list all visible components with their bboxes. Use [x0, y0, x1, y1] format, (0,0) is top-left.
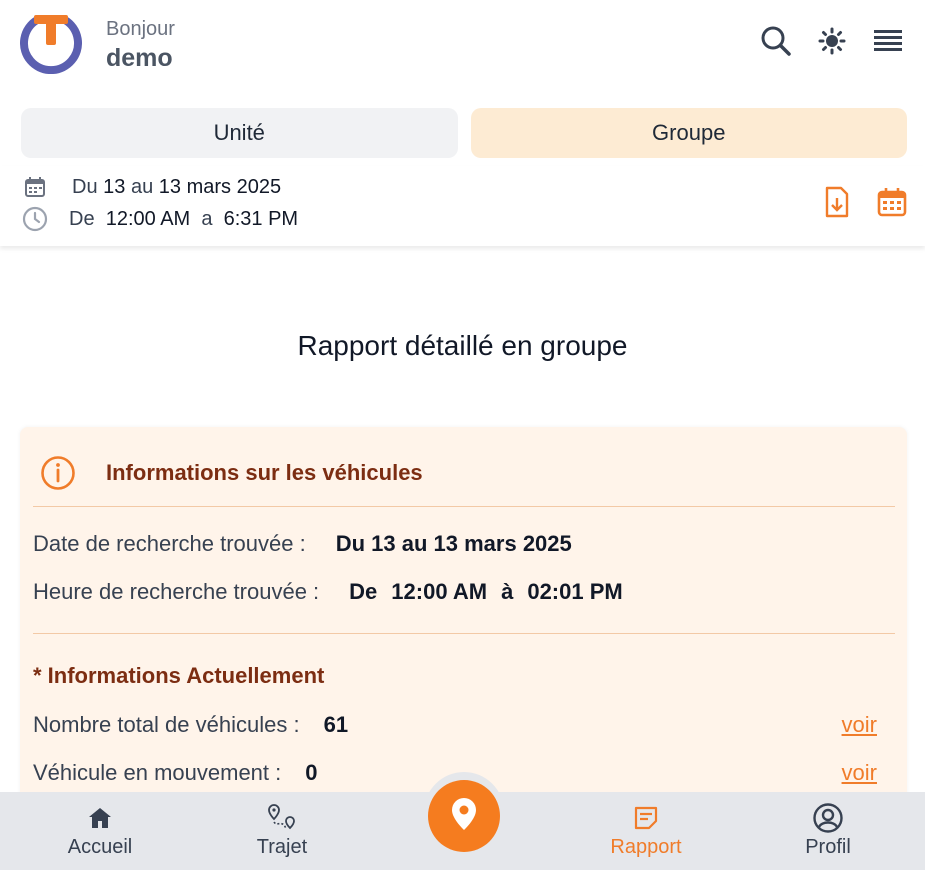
moving-vehicles-voir-link[interactable]: voir [842, 760, 877, 786]
moving-vehicles-label: Véhicule en mouvement : [33, 760, 282, 785]
divider [33, 633, 895, 634]
date-prefix: Du [72, 175, 98, 198]
time-prefix: De [69, 207, 95, 230]
app-logo [20, 12, 82, 75]
search-date-label: Date de recherche trouvée : [33, 531, 306, 556]
date-from: 13 [103, 175, 126, 198]
route-icon [222, 802, 342, 834]
search-time-to: 02:01 PM [527, 579, 623, 604]
nav-label-accueil: Accueil [67, 836, 133, 858]
time-to: 6:31 PM [223, 207, 299, 230]
time-from: 12:00 AM [105, 207, 191, 230]
brightness-icon[interactable] [815, 24, 849, 58]
date-mid: au [130, 175, 154, 198]
date-time-filter: Du 13 au 13 mars 2025 De 12:00 AM a 6:31… [0, 166, 925, 246]
nav-item-accueil[interactable]: Accueil [40, 802, 160, 859]
page-title: Rapport détaillé en groupe [297, 330, 628, 361]
search-icon[interactable] [759, 24, 793, 58]
calendar-icon [22, 174, 48, 200]
map-button[interactable] [428, 780, 500, 852]
report-icon [586, 802, 706, 834]
card-title: Informations sur les véhicules [106, 460, 423, 485]
moving-vehicles-value: 0 [305, 760, 318, 785]
search-date-row: Date de recherche trouvée : Du 13 au 13 … [33, 531, 572, 557]
download-report-icon[interactable] [821, 186, 853, 218]
nav-label-rapport: Rapport [610, 836, 682, 858]
greeting-block: Bonjour demo [106, 16, 175, 74]
nav-item-profil[interactable]: Profil [768, 802, 888, 859]
clock-icon [22, 206, 48, 232]
total-vehicles-row: Nombre total de véhicules : 61 [33, 712, 348, 738]
profile-icon [768, 802, 888, 834]
nav-label-profil: Profil [805, 836, 851, 858]
divider [33, 506, 895, 507]
search-time-row: Heure de recherche trouvée : De 12:00 AM… [33, 579, 623, 605]
total-vehicles-label: Nombre total de véhicules : [33, 712, 300, 737]
header-actions [759, 24, 905, 58]
time-mid: a [201, 207, 213, 230]
mode-tabs: Unité Groupe [21, 108, 907, 158]
total-vehicles-voir-link[interactable]: voir [842, 712, 877, 738]
search-date-value: Du 13 au 13 mars 2025 [335, 531, 572, 556]
date-range-row: Du 13 au 13 mars 2025 [22, 174, 281, 200]
tab-unite[interactable]: Unité [21, 108, 458, 158]
search-time-label: Heure de recherche trouvée : [33, 579, 320, 604]
info-icon [40, 455, 76, 491]
greeting-text: Bonjour [106, 18, 175, 40]
search-time-a: à [501, 579, 514, 604]
home-icon [40, 802, 160, 834]
section-title: * Informations Actuellement [33, 663, 325, 688]
map-pin-icon [450, 797, 478, 836]
time-range-row: De 12:00 AM a 6:31 PM [22, 206, 298, 232]
moving-vehicles-row: Véhicule en mouvement : 0 [33, 760, 318, 786]
tab-groupe[interactable]: Groupe [470, 108, 907, 158]
nav-label-trajet: Trajet [256, 836, 308, 858]
card-header: Informations sur les véhicules [40, 455, 423, 491]
total-vehicles-value: 61 [323, 712, 349, 737]
search-time-from: 12:00 AM [391, 579, 488, 604]
search-time-de: De [349, 579, 378, 604]
date-to: 13 mars 2025 [158, 175, 282, 198]
menu-icon[interactable] [871, 24, 905, 58]
username: demo [106, 44, 173, 72]
calendar-picker-icon[interactable] [876, 186, 908, 218]
app-header: Bonjour demo [0, 0, 925, 90]
nav-item-trajet[interactable]: Trajet [222, 802, 342, 859]
nav-item-rapport[interactable]: Rapport [586, 802, 706, 859]
